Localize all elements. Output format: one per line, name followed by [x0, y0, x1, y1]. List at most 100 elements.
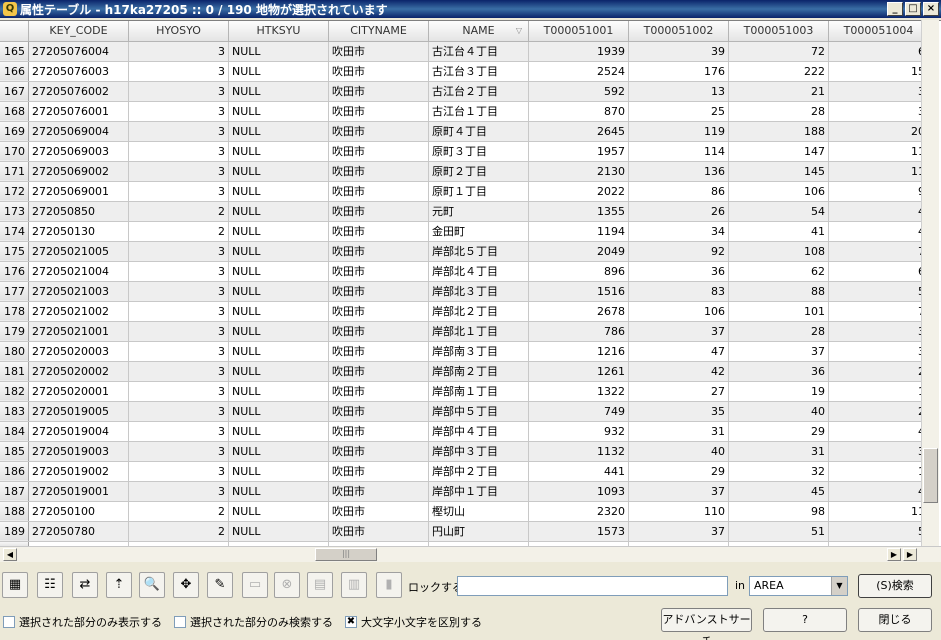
table-cell[interactable]: 27205069002 [28, 161, 129, 182]
table-cell[interactable]: NULL [228, 481, 329, 502]
table-row[interactable]: 181272050200023NULL吹田市岸部南２丁目126142362 [0, 361, 929, 382]
table-cell[interactable]: 6 [828, 261, 929, 282]
table-cell[interactable]: 54 [728, 201, 829, 222]
column-header[interactable]: KEY_CODE [28, 21, 129, 42]
column-header[interactable]: T000051001 [528, 21, 629, 42]
table-cell[interactable]: 3 [128, 301, 229, 322]
table-cell[interactable]: NULL [228, 101, 329, 122]
table-cell[interactable]: 5 [828, 521, 929, 542]
table-cell[interactable]: 岸部北３丁目 [428, 281, 529, 302]
table-cell[interactable]: 3 [128, 421, 229, 442]
table-cell[interactable]: 3 [128, 181, 229, 202]
help-button[interactable]: ? [763, 608, 847, 632]
table-cell[interactable]: NULL [228, 241, 329, 262]
row-number[interactable]: 176 [0, 261, 29, 282]
table-row[interactable]: 1742720501302NULL吹田市金田町119434414 [0, 221, 929, 242]
table-cell[interactable]: 106 [628, 301, 729, 322]
column-header-sorted[interactable]: NAME ▽ [428, 21, 529, 42]
pan-to-selection-icon[interactable]: ✥ [173, 572, 199, 598]
table-cell[interactable]: NULL [228, 441, 329, 462]
table-cell[interactable]: 62 [728, 261, 829, 282]
table-cell[interactable]: 36 [628, 261, 729, 282]
field-calculator-icon[interactable]: ▮ [376, 572, 402, 598]
table-cell[interactable]: 27205021004 [28, 261, 129, 282]
chevron-down-icon[interactable]: ▼ [831, 577, 847, 595]
table-cell[interactable]: 吹田市 [328, 181, 429, 202]
table-cell[interactable]: 岸部北２丁目 [428, 301, 529, 322]
table-cell[interactable]: 29 [728, 421, 829, 442]
table-cell[interactable]: 4 [828, 421, 929, 442]
zoom-to-selection-icon[interactable]: 🔍 [139, 572, 165, 598]
table-cell[interactable]: 2 [128, 501, 229, 522]
table-cell[interactable]: 27205020002 [28, 361, 129, 382]
table-cell[interactable]: 11 [828, 501, 929, 522]
row-number[interactable]: 188 [0, 501, 29, 522]
row-number[interactable]: 178 [0, 301, 29, 322]
table-cell[interactable]: 吹田市 [328, 461, 429, 482]
table-cell[interactable]: 441 [528, 461, 629, 482]
table-cell[interactable]: 吹田市 [328, 321, 429, 342]
table-cell[interactable]: 1355 [528, 201, 629, 222]
table-cell[interactable]: 2678 [528, 301, 629, 322]
row-number[interactable]: 184 [0, 421, 29, 442]
new-column-icon[interactable]: ▤ [307, 572, 333, 598]
table-cell[interactable]: 吹田市 [328, 401, 429, 422]
table-cell[interactable]: 27205069003 [28, 141, 129, 162]
table-cell[interactable]: NULL [228, 301, 329, 322]
row-number[interactable]: 167 [0, 81, 29, 102]
table-cell[interactable]: 岸部中５丁目 [428, 401, 529, 422]
table-cell[interactable]: 27 [628, 381, 729, 402]
invert-selection-icon[interactable]: ⇄ [72, 572, 98, 598]
table-cell[interactable]: 40 [628, 441, 729, 462]
table-cell[interactable]: 20 [828, 121, 929, 142]
table-cell[interactable]: 27205021003 [28, 281, 129, 302]
table-cell[interactable]: NULL [228, 501, 329, 522]
table-cell[interactable]: 1516 [528, 281, 629, 302]
table-row[interactable]: 178272050210023NULL吹田市岸部北２丁目26781061017 [0, 301, 929, 322]
table-cell[interactable]: 3 [128, 261, 229, 282]
table-cell[interactable]: 3 [128, 81, 229, 102]
table-cell[interactable]: NULL [228, 161, 329, 182]
table-cell[interactable]: 吹田市 [328, 281, 429, 302]
table-cell[interactable]: 272050130 [28, 221, 129, 242]
field-select[interactable]: AREA ▼ [749, 576, 848, 596]
table-cell[interactable]: 3 [128, 361, 229, 382]
row-number[interactable]: 174 [0, 221, 29, 242]
table-cell[interactable]: 47 [628, 341, 729, 362]
table-cell[interactable]: 27205021005 [28, 241, 129, 262]
table-cell[interactable]: 古江台４丁目 [428, 41, 529, 62]
table-cell[interactable]: 原町４丁目 [428, 121, 529, 142]
table-cell[interactable]: 金田町 [428, 221, 529, 242]
table-cell[interactable]: 1132 [528, 441, 629, 462]
table-row[interactable]: 187272050190013NULL吹田市岸部中１丁目109337454 [0, 481, 929, 502]
table-cell[interactable]: 1939 [528, 41, 629, 62]
table-cell[interactable]: 272050100 [28, 501, 129, 522]
row-number[interactable]: 172 [0, 181, 29, 202]
table-cell[interactable]: 27205076004 [28, 41, 129, 62]
table-cell[interactable]: NULL [228, 221, 329, 242]
table-cell[interactable]: NULL [228, 521, 329, 542]
table-cell[interactable]: 42 [628, 361, 729, 382]
table-cell[interactable]: 188 [728, 121, 829, 142]
table-cell[interactable]: 110 [628, 501, 729, 522]
table-cell[interactable]: 3 [128, 101, 229, 122]
table-cell[interactable]: 27205020001 [28, 381, 129, 402]
table-cell[interactable]: 21 [728, 81, 829, 102]
row-number[interactable]: 181 [0, 361, 29, 382]
vertical-scrollbar[interactable] [921, 20, 939, 546]
table-cell[interactable]: 3 [128, 461, 229, 482]
table-cell[interactable]: 870 [528, 101, 629, 122]
table-cell[interactable]: 4 [828, 481, 929, 502]
table-cell[interactable]: 31 [628, 421, 729, 442]
table-cell[interactable]: 27205069004 [28, 121, 129, 142]
table-cell[interactable]: 吹田市 [328, 301, 429, 322]
table-cell[interactable]: 古江台２丁目 [428, 81, 529, 102]
table-cell[interactable]: 吹田市 [328, 361, 429, 382]
table-cell[interactable]: 岸部中１丁目 [428, 481, 529, 502]
table-cell[interactable]: 1 [828, 381, 929, 402]
table-cell[interactable]: 29 [628, 461, 729, 482]
table-cell[interactable]: 3 [128, 341, 229, 362]
table-row[interactable]: 169 27205069004 3 NULL 吹田市 原町４丁目 2645 119 188 20 [0, 121, 929, 142]
table-cell[interactable]: NULL [228, 121, 329, 142]
table-cell[interactable]: 592 [528, 81, 629, 102]
